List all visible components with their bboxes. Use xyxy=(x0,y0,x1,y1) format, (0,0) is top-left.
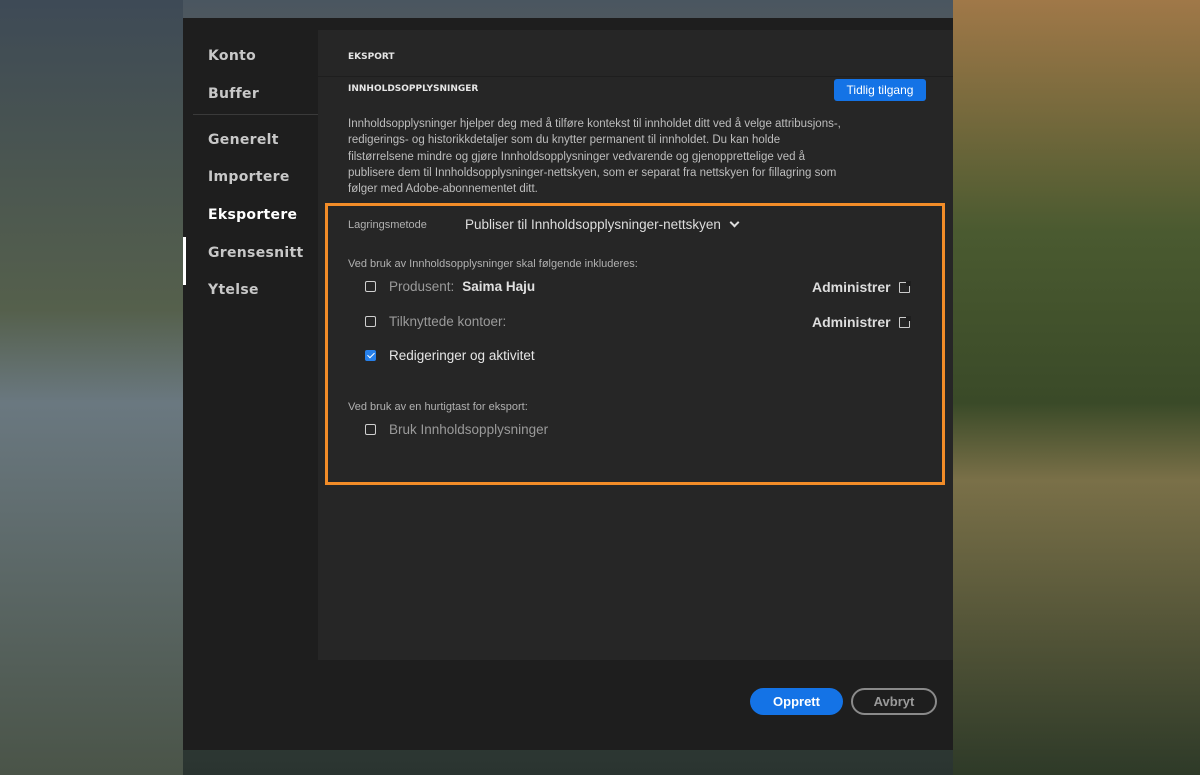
early-access-button[interactable]: Tidlig tilgang xyxy=(834,79,926,101)
producer-name: Saima Haju xyxy=(462,279,535,294)
sidebar-item-buffer[interactable]: Buffer xyxy=(208,86,259,102)
section-subtitle: INNHOLDSOPPLYSNINGER xyxy=(348,84,478,94)
manage-accounts-link[interactable]: Administrer xyxy=(812,314,910,330)
highlight-box: Lagringsmetode Publiser til Innholdsoppl… xyxy=(325,203,945,485)
sidebar-item-importere[interactable]: Importere xyxy=(208,169,290,185)
manage-label: Administrer xyxy=(812,314,891,330)
sidebar-item-konto[interactable]: Konto xyxy=(208,48,256,64)
storage-label: Lagringsmetode xyxy=(348,219,427,231)
producer-row: Produsent: Saima Haju xyxy=(365,279,535,294)
sidebar-item-grensesnitt[interactable]: Grensesnitt xyxy=(208,245,303,261)
producer-checkbox[interactable] xyxy=(365,281,376,292)
background xyxy=(953,0,1200,775)
sidebar-item-eksportere[interactable]: Eksportere xyxy=(208,207,297,223)
edits-label: Redigeringer og aktivitet xyxy=(389,348,535,363)
chevron-down-icon xyxy=(729,218,739,228)
description: Innholdsopplysninger hjelper deg med å t… xyxy=(348,116,848,197)
shortcut-heading: Ved bruk av en hurtigtast for eksport: xyxy=(348,401,528,413)
external-link-icon xyxy=(899,317,910,328)
divider xyxy=(318,76,953,77)
sidebar-divider xyxy=(193,114,321,115)
manage-label: Administrer xyxy=(812,279,891,295)
use-content-credentials-label: Bruk Innholdsopplysninger xyxy=(389,422,548,437)
section-title: EKSPORT xyxy=(348,52,395,62)
sidebar-item-generelt[interactable]: Generelt xyxy=(208,132,279,148)
shortcut-row: Bruk Innholdsopplysninger xyxy=(365,422,548,437)
cancel-button[interactable]: Avbryt xyxy=(851,688,937,715)
storage-value: Publiser til Innholdsopplysninger-nettsk… xyxy=(465,217,721,232)
background xyxy=(0,0,183,775)
create-button[interactable]: Opprett xyxy=(750,688,843,715)
edits-checkbox[interactable] xyxy=(365,350,376,361)
preferences-dialog: Konto Buffer Generelt Importere Eksporte… xyxy=(183,18,953,750)
edits-row: Redigeringer og aktivitet xyxy=(365,348,535,363)
manage-producer-link[interactable]: Administrer xyxy=(812,279,910,295)
accounts-row: Tilknyttede kontoer: xyxy=(365,314,506,329)
sidebar-item-ytelse[interactable]: Ytelse xyxy=(208,282,259,298)
sidebar: Konto Buffer Generelt Importere Eksporte… xyxy=(183,18,318,750)
sidebar-indicator xyxy=(183,237,186,285)
use-content-credentials-checkbox[interactable] xyxy=(365,424,376,435)
accounts-label: Tilknyttede kontoer: xyxy=(389,314,506,329)
producer-label: Produsent: xyxy=(389,279,454,294)
accounts-checkbox[interactable] xyxy=(365,316,376,327)
storage-dropdown[interactable]: Publiser til Innholdsopplysninger-nettsk… xyxy=(465,217,738,232)
include-heading: Ved bruk av Innholdsopplysninger skal fø… xyxy=(348,258,638,270)
external-link-icon xyxy=(899,282,910,293)
